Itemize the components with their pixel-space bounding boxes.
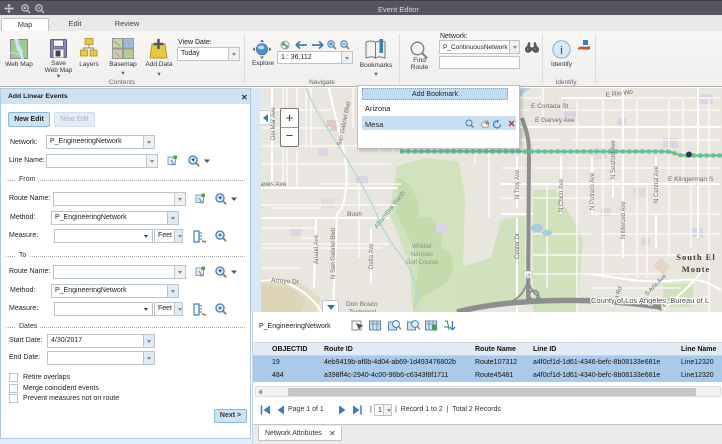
svg-text:Narrows: Narrows [411, 252, 433, 258]
svg-text:N Potrero Ave: N Potrero Ave [590, 172, 596, 210]
svg-text:Bush: Bush [347, 211, 362, 218]
svg-text:Del Mar Ave: Del Mar Ave [271, 107, 277, 140]
svg-text:N Central Ave: N Central Ave [654, 165, 660, 203]
svg-text:Golf Course: Golf Course [406, 260, 439, 266]
svg-text:Delta Ave: Delta Ave [369, 243, 375, 269]
svg-text:E Klingerman S: E Klingerman S [668, 176, 714, 183]
svg-text:N Merced Ave: N Merced Ave [621, 201, 627, 239]
svg-text:County of Los Angeles, Bureau: County of Los Angeles, Bureau of L [591, 296, 709, 305]
svg-text:South El: South El [676, 252, 715, 262]
svg-text:Graves Ave: Graves Ave [261, 181, 287, 188]
svg-text:Don Bosco: Don Bosco [346, 301, 378, 308]
svg-text:Whittier: Whittier [412, 244, 432, 250]
svg-text:Monte: Monte [682, 264, 711, 274]
svg-text:N Chico Ave: N Chico Ave [559, 178, 565, 212]
svg-text:N Troy Ave: N Troy Ave [515, 169, 521, 199]
svg-text:19: 19 [525, 273, 531, 278]
svg-text:E Cortada St: E Cortada St [531, 103, 568, 110]
svg-text:Arland Ave: Arland Ave [314, 234, 320, 264]
svg-text:N San Gabriel Blvd: N San Gabriel Blvd [331, 228, 337, 279]
svg-text:Center Dr: Center Dr [515, 233, 521, 259]
svg-text:N Seaford Ave: N Seaford Ave [611, 140, 617, 179]
svg-text:E Garvey Ave: E Garvey Ave [535, 117, 575, 124]
